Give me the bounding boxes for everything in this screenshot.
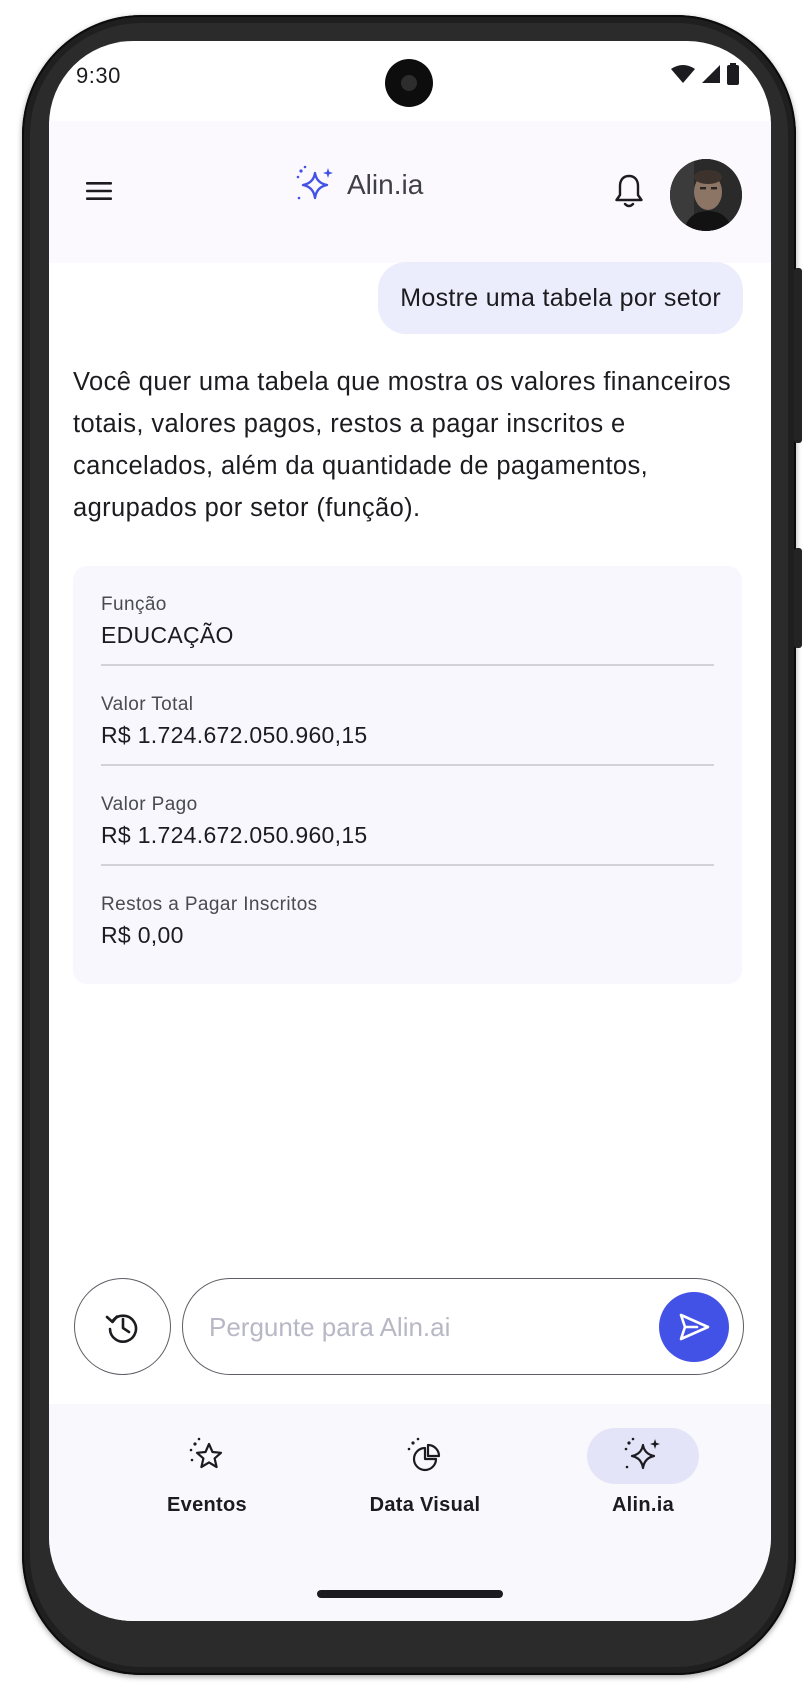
nav-icon-container [369, 1428, 481, 1484]
field-label: Restos a Pagar Inscritos [101, 894, 318, 915]
chat-input-container [182, 1278, 744, 1375]
result-table-card: Função EDUCAÇÃO Valor Total R$ 1.724.672… [73, 566, 742, 984]
brand: Alin.ia [295, 165, 423, 205]
power-button [794, 548, 802, 648]
sparkle-icon [624, 1437, 660, 1470]
nav-label: Eventos [167, 1494, 247, 1516]
field-label: Valor Total [101, 694, 194, 715]
nav-icon-container [151, 1428, 263, 1484]
field-value: R$ 0,00 [101, 922, 184, 948]
send-icon [679, 1313, 710, 1341]
table-row: Valor Pago R$ 1.724.672.050.960,15 [101, 766, 714, 866]
signal-icon [702, 65, 720, 83]
wifi-icon [671, 65, 695, 83]
battery-icon [727, 63, 739, 85]
field-value: R$ 1.724.672.050.960,15 [101, 822, 368, 848]
front-camera [385, 59, 433, 107]
field-label: Função [101, 594, 167, 615]
nav-label: Data Visual [369, 1494, 481, 1516]
field-value: EDUCAÇÃO [101, 622, 234, 648]
table-row: Função EDUCAÇÃO [101, 566, 714, 666]
user-message-bubble: Mostre uma tabela por setor [378, 262, 743, 334]
nav-item-data-visual[interactable]: Data Visual [340, 1428, 510, 1517]
menu-icon [86, 182, 112, 200]
app-title: Alin.ia [347, 169, 424, 200]
history-button[interactable] [74, 1278, 171, 1375]
menu-button[interactable] [77, 169, 121, 213]
nav-label: Alin.ia [611, 1494, 675, 1516]
volume-button [794, 268, 802, 443]
history-icon [105, 1313, 137, 1343]
star-sparkle-icon [189, 1437, 223, 1469]
nav-item-eventos[interactable]: Eventos [122, 1428, 292, 1517]
user-photo-icon [670, 159, 742, 231]
app-bar: Alin.ia [49, 121, 771, 263]
field-label: Valor Pago [101, 794, 198, 815]
send-button[interactable] [659, 1292, 729, 1362]
notifications-button[interactable] [607, 169, 651, 213]
bell-icon [615, 174, 643, 208]
nav-item-alin-ia[interactable]: Alin.ia [558, 1428, 728, 1517]
screen: 9:30 Alin.ia Mostre uma tabela por setor… [49, 41, 771, 1621]
field-value: R$ 1.724.672.050.960,15 [101, 722, 368, 748]
assistant-message: Você quer uma tabela que mostra os valor… [73, 368, 732, 522]
bottom-navigation: Eventos Data Visual Alin.ia [49, 1404, 771, 1621]
table-row: Restos a Pagar Inscritos R$ 0,00 [101, 866, 714, 966]
table-row: Valor Total R$ 1.724.672.050.960,15 [101, 666, 714, 766]
nav-icon-container [587, 1428, 699, 1484]
status-icons [671, 63, 739, 85]
user-message-text: Mostre uma tabela por setor [400, 283, 721, 312]
avatar[interactable] [670, 159, 742, 231]
chat-input[interactable] [209, 1305, 629, 1349]
pie-chart-icon [407, 1437, 441, 1472]
status-time: 9:30 [76, 63, 121, 88]
home-indicator[interactable] [317, 1590, 503, 1598]
sparkle-icon [296, 165, 333, 200]
